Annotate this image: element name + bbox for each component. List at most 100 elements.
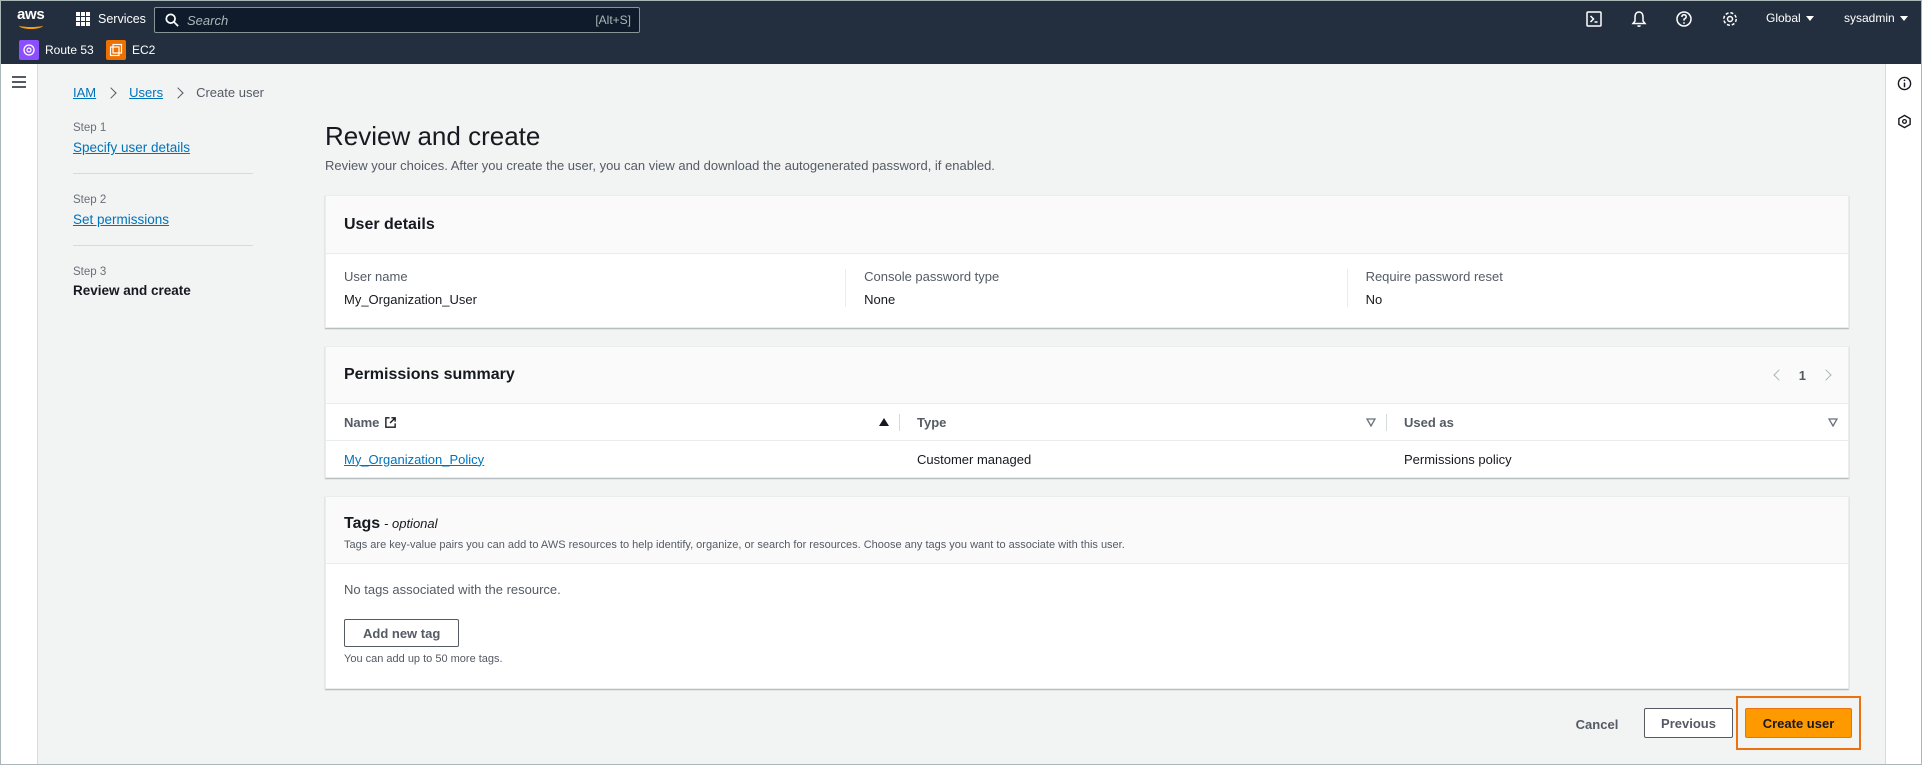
- step-link-specify-user-details[interactable]: Specify user details: [73, 140, 190, 155]
- sort-icon: [1828, 418, 1838, 427]
- aws-smile-icon: [19, 22, 43, 29]
- breadcrumb: IAM Users Create user: [73, 85, 264, 100]
- cell-type: Customer managed: [917, 451, 1032, 467]
- left-rail: [0, 64, 38, 765]
- cloudshell-icon[interactable]: [1585, 10, 1603, 28]
- cell-used-as: Permissions policy: [1404, 451, 1512, 467]
- tags-limit-hint: You can add up to 50 more tags.: [344, 653, 503, 665]
- tags-panel: Tags - optional Tags are key-value pairs…: [325, 496, 1849, 689]
- info-icon[interactable]: [1897, 76, 1912, 91]
- favorite-route53[interactable]: Route 53: [19, 40, 94, 60]
- breadcrumb-iam[interactable]: IAM: [73, 85, 96, 100]
- field-label: Require password reset: [1365, 269, 1503, 284]
- wizard-step-1: Step 1 Specify user details: [73, 122, 253, 174]
- chevron-right-icon: [105, 86, 117, 99]
- account-menu[interactable]: sysadmin: [1844, 11, 1908, 25]
- user-details-header: User details: [326, 196, 1848, 254]
- wizard-step-2: Step 2 Set permissions: [73, 194, 253, 246]
- step-number: Step 3: [73, 266, 107, 278]
- create-user-button[interactable]: Create user: [1745, 708, 1852, 738]
- favorite-label: EC2: [132, 43, 156, 57]
- table-row: My_Organization_Policy Customer managed …: [326, 441, 1848, 477]
- external-link-icon: [385, 416, 397, 428]
- favorite-ec2[interactable]: EC2: [106, 40, 155, 60]
- aws-logo[interactable]: aws: [17, 7, 47, 31]
- column-divider: [899, 414, 900, 431]
- column-header-type[interactable]: Type: [899, 404, 1386, 440]
- column-divider: [1386, 414, 1387, 431]
- region-label: Global: [1766, 11, 1801, 25]
- tags-description: Tags are key-value pairs you can add to …: [344, 539, 1125, 551]
- tags-title: Tags: [344, 515, 381, 532]
- wizard-steps: Step 1 Specify user details Step 2 Set p…: [73, 122, 253, 336]
- user-details-panel: User details User name My_Organization_U…: [325, 195, 1849, 328]
- right-rail: [1885, 64, 1922, 765]
- field-label: Console password type: [864, 269, 1000, 284]
- chevron-right-icon[interactable]: [1820, 369, 1832, 381]
- previous-button[interactable]: Previous: [1644, 708, 1733, 738]
- tags-optional: - optional: [384, 516, 438, 531]
- gear-icon[interactable]: [1721, 10, 1739, 28]
- services-menu-button[interactable]: Services: [76, 10, 146, 28]
- top-navigation: aws Services [Alt+S] Global sysadmin Rou…: [0, 0, 1922, 64]
- user-name-field: User name My_Organization_User: [344, 269, 845, 307]
- column-header-name[interactable]: Name: [326, 404, 899, 440]
- user-details-title: User details: [344, 215, 435, 233]
- step-number: Step 1: [73, 122, 107, 134]
- aws-logo-text: aws: [17, 6, 45, 23]
- cancel-button[interactable]: Cancel: [1562, 712, 1632, 736]
- search-input[interactable]: [179, 12, 596, 28]
- page-number[interactable]: 1: [1799, 368, 1806, 383]
- field-label: User name: [344, 269, 408, 284]
- column-label: Type: [917, 414, 947, 430]
- field-value: No: [1365, 292, 1383, 307]
- pagination: 1: [1773, 368, 1832, 383]
- table-header: Name Type Used as: [326, 404, 1848, 441]
- top-nav-row: aws Services [Alt+S] Global sysadmin: [0, 0, 1922, 38]
- help-icon[interactable]: [1675, 10, 1693, 28]
- wizard-step-3: Step 3 Review and create: [73, 266, 253, 316]
- require-password-reset-field: Require password reset No: [1346, 269, 1848, 307]
- feedback-icon[interactable]: [1897, 114, 1912, 129]
- user-details-columns: User name My_Organization_User Console p…: [326, 254, 1848, 307]
- permissions-summary-panel: Permissions summary 1 Name Type Used as …: [325, 346, 1849, 478]
- route53-service-icon: [19, 40, 39, 60]
- policy-link[interactable]: My_Organization_Policy: [344, 452, 484, 467]
- services-label: Services: [98, 12, 146, 26]
- step-current-review-and-create: Review and create: [73, 283, 191, 298]
- chevron-left-icon[interactable]: [1773, 369, 1785, 381]
- search-icon: [165, 13, 179, 27]
- sort-ascending-icon: [879, 418, 889, 426]
- console-password-type-field: Console password type None: [845, 269, 1346, 307]
- account-label: sysadmin: [1844, 11, 1895, 25]
- grid-icon: [76, 12, 90, 26]
- search-bar[interactable]: [Alt+S]: [154, 7, 640, 33]
- page-title: Review and create: [325, 121, 541, 151]
- tags-header: Tags - optional Tags are key-value pairs…: [326, 497, 1848, 564]
- permissions-summary-header: Permissions summary 1: [326, 347, 1848, 404]
- breadcrumb-current: Create user: [196, 85, 264, 100]
- cell-name: My_Organization_Policy: [326, 452, 899, 467]
- column-label: Used as: [1404, 414, 1454, 430]
- permissions-summary-title: Permissions summary: [344, 366, 515, 383]
- add-new-tag-button[interactable]: Add new tag: [344, 619, 460, 647]
- tags-empty-message: No tags associated with the resource.: [344, 582, 561, 597]
- breadcrumb-users[interactable]: Users: [129, 85, 163, 100]
- field-value: None: [864, 292, 896, 307]
- caret-down-icon: [1899, 16, 1908, 21]
- ec2-service-icon: [106, 40, 126, 60]
- column-label: Name: [344, 414, 380, 430]
- step-link-set-permissions[interactable]: Set permissions: [73, 212, 169, 227]
- bell-icon[interactable]: [1630, 10, 1648, 28]
- caret-down-icon: [1805, 16, 1814, 21]
- step-number: Step 2: [73, 194, 107, 206]
- column-header-used-as[interactable]: Used as: [1386, 404, 1848, 440]
- field-value: My_Organization_User: [344, 292, 477, 307]
- tags-body: No tags associated with the resource. Ad…: [326, 564, 1848, 683]
- sort-icon: [1366, 418, 1376, 427]
- page-description: Review your choices. After you create th…: [325, 158, 995, 173]
- search-shortcut: [Alt+S]: [595, 13, 631, 27]
- chevron-right-icon: [172, 86, 184, 99]
- region-selector[interactable]: Global: [1766, 11, 1814, 25]
- menu-icon[interactable]: [12, 76, 26, 88]
